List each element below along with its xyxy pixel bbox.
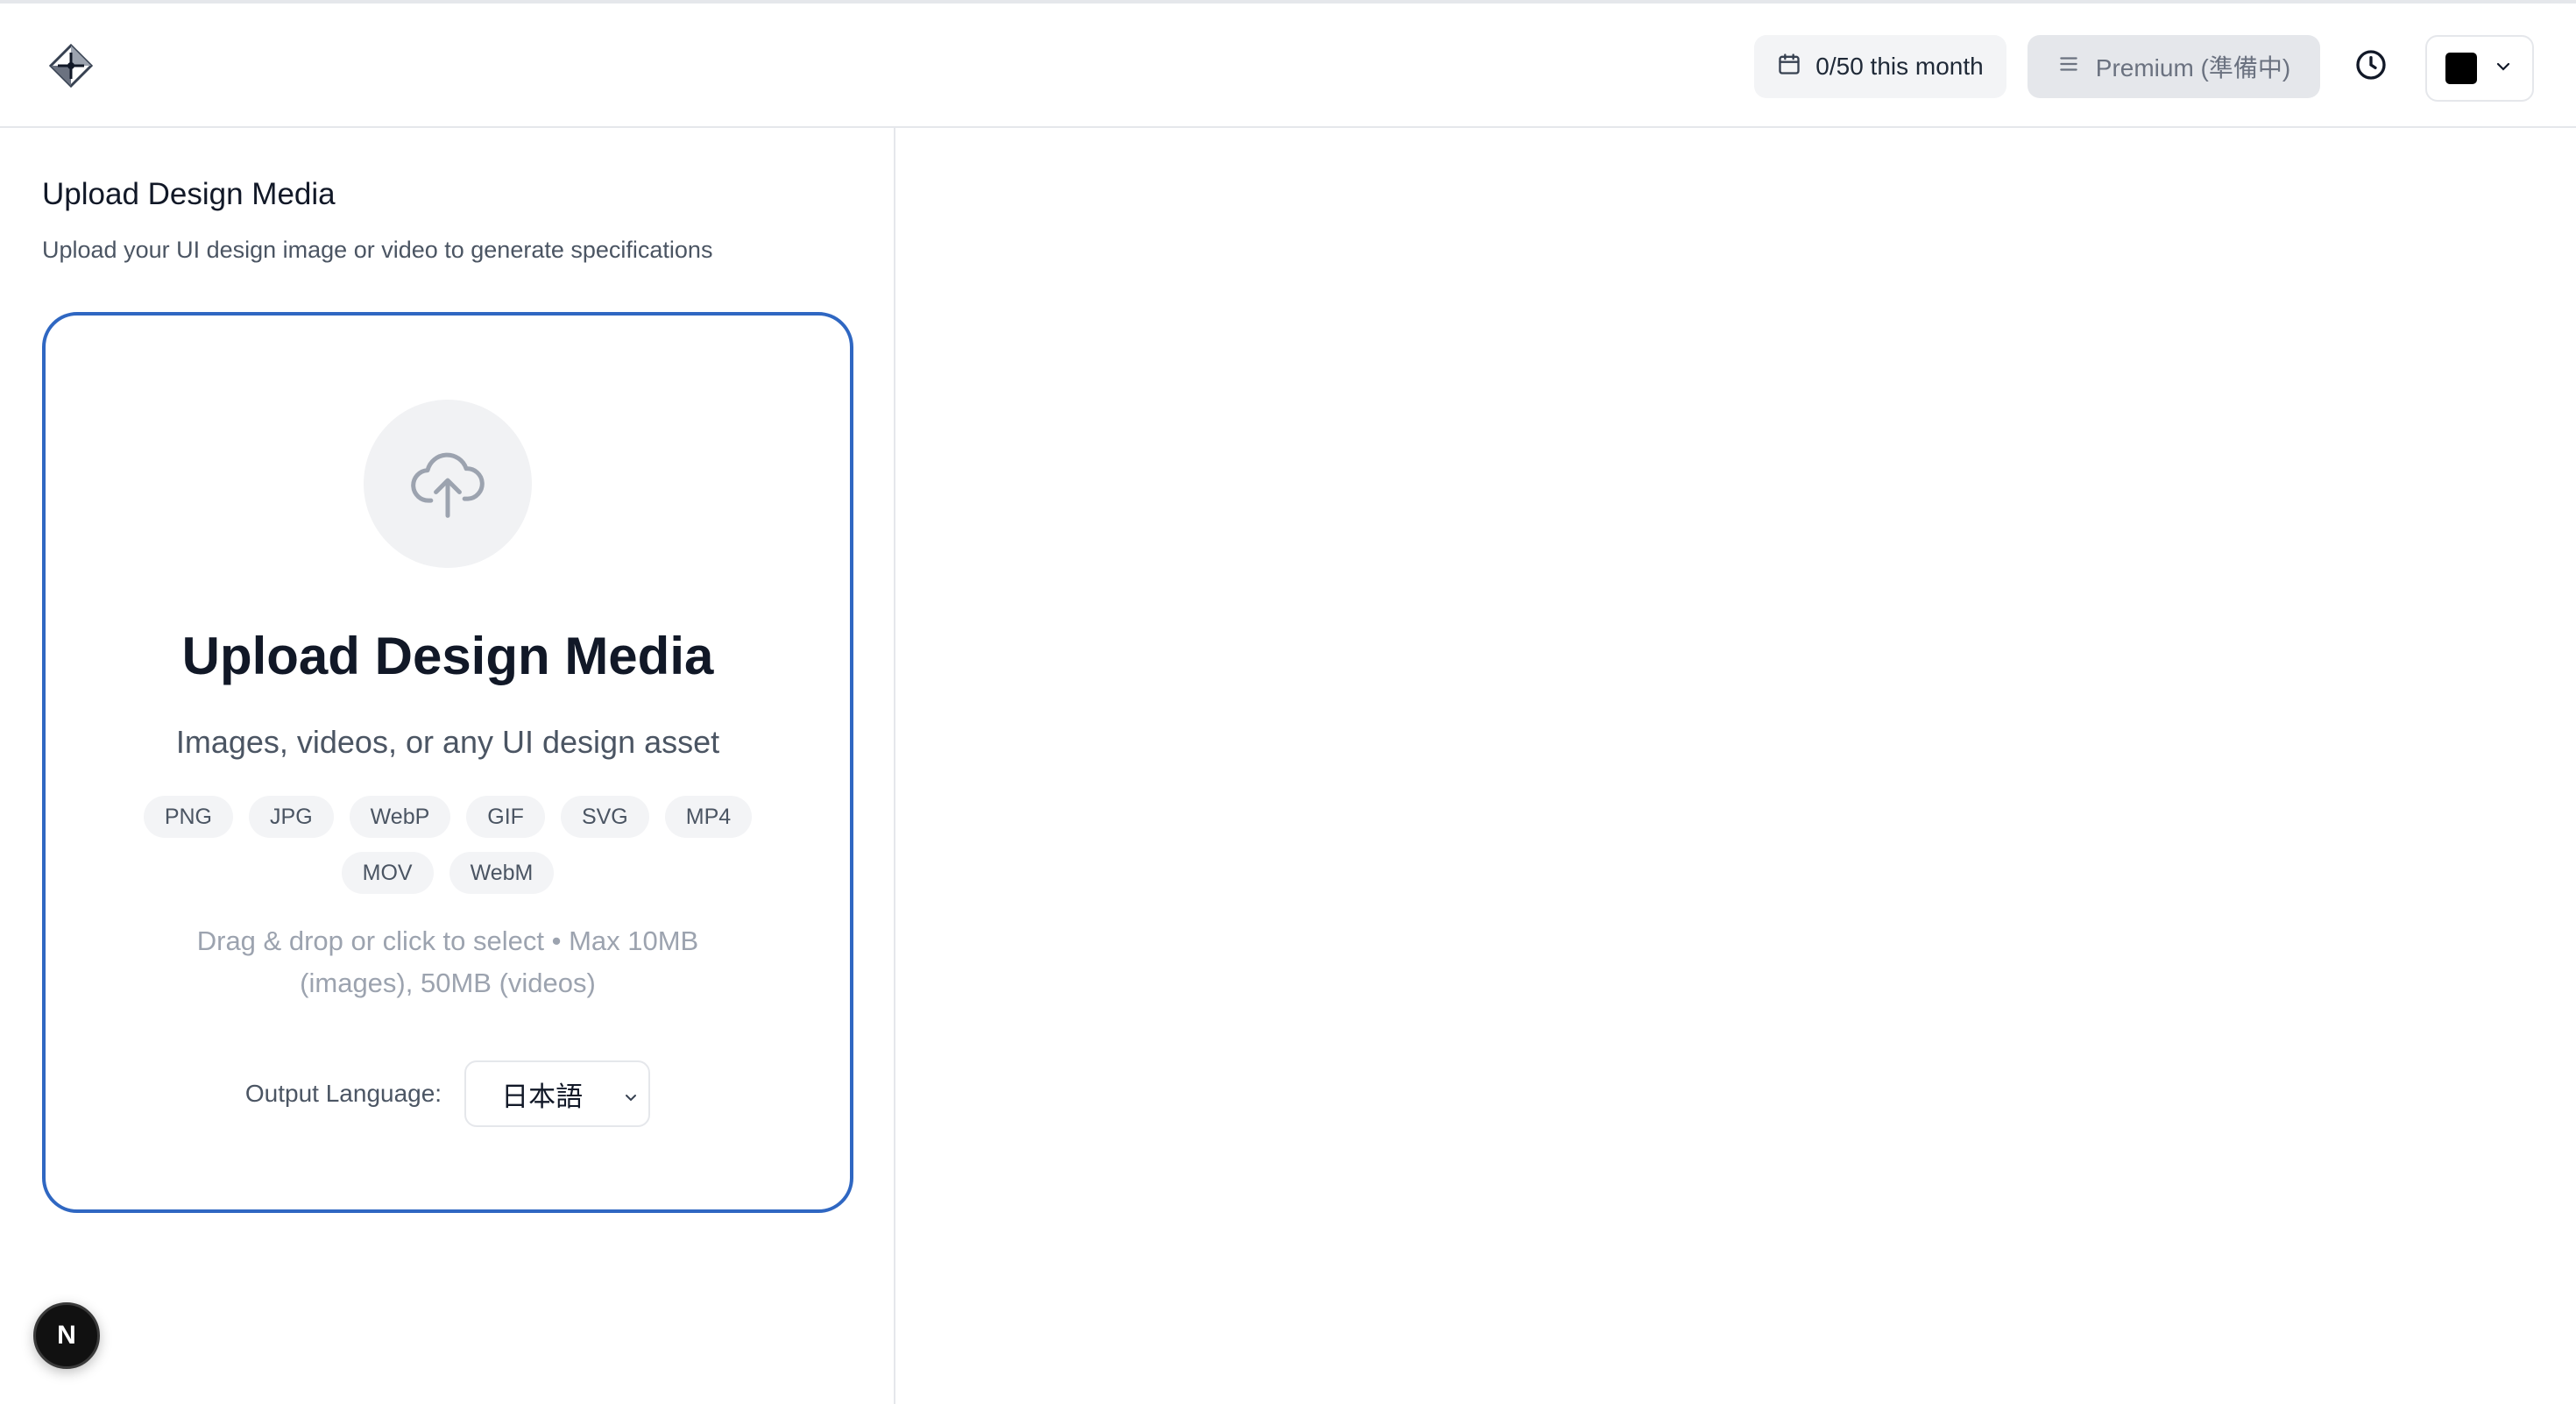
upload-panel: Upload Design Media Upload your UI desig… <box>0 128 895 1404</box>
format-chip-jpg: JPG <box>249 796 334 838</box>
premium-button[interactable]: Premium (準備中) <box>2028 35 2320 98</box>
format-chip-mov: MOV <box>341 852 434 894</box>
format-chips: PNG JPG WebP GIF SVG MP4 MOV WebM <box>142 796 754 894</box>
diamond-compass-icon[interactable] <box>48 43 94 89</box>
nextjs-dev-badge[interactable]: N <box>33 1302 100 1369</box>
format-chip-png: PNG <box>143 796 234 838</box>
panel-title: Upload Design Media <box>42 177 336 211</box>
format-chip-webp: WebP <box>349 796 451 838</box>
format-chip-gif: GIF <box>466 796 545 838</box>
app-header: 0/50 this month Premium (準備中) <box>0 4 2576 128</box>
output-language-label: Output Language: <box>244 1080 442 1107</box>
upload-icon-circle <box>364 400 532 568</box>
format-chip-mp4: MP4 <box>664 796 753 838</box>
output-language-select[interactable]: 日本語 <box>464 1060 651 1127</box>
format-chip-svg: SVG <box>560 796 649 838</box>
color-swatch <box>2445 53 2477 84</box>
panel-subtitle: Upload your UI design image or video to … <box>42 237 713 263</box>
usage-button[interactable]: 0/50 this month <box>1754 35 2006 98</box>
upload-dropzone[interactable]: Upload Design Media Images, videos, or a… <box>42 312 853 1213</box>
history-button[interactable] <box>2348 44 2394 89</box>
color-picker-button[interactable] <box>2425 35 2534 102</box>
output-language-row: Output Language: 日本語 <box>46 1060 850 1127</box>
usage-label: 0/50 this month <box>1815 53 1984 80</box>
chevron-down-icon <box>2493 56 2514 82</box>
dropzone-hint: Drag & drop or click to select • Max 10M… <box>196 925 699 998</box>
dropzone-title: Upload Design Media <box>181 627 714 685</box>
chevron-down-icon <box>620 1083 641 1115</box>
cloud-upload-icon <box>407 442 488 527</box>
output-language-value: 日本語 <box>501 1081 584 1112</box>
format-chip-webm: WebM <box>449 852 555 894</box>
menu-lines-icon <box>2057 53 2080 82</box>
premium-label: Premium (準備中) <box>2095 54 2291 82</box>
dropzone-subtitle: Images, videos, or any UI design asset <box>175 724 720 760</box>
clock-icon <box>2353 47 2388 87</box>
calendar-icon <box>1777 52 1801 82</box>
